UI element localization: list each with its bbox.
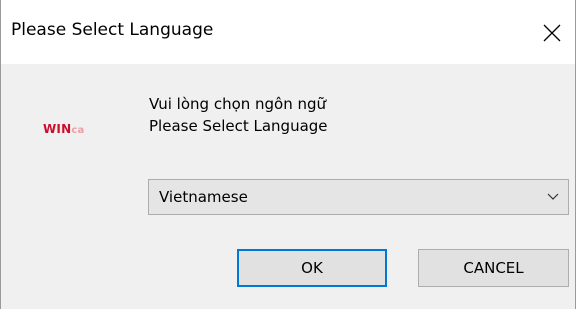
close-button[interactable] <box>529 0 575 64</box>
instruction-message: Vui lòng chọn ngôn ngữ Please Select Lan… <box>149 93 328 137</box>
logo-ca-text: ca <box>71 125 85 136</box>
close-icon <box>543 24 561 42</box>
cancel-button[interactable]: CANCEL <box>418 249 569 287</box>
language-dialog: Please Select Language WINca Vui lòng ch… <box>0 0 576 309</box>
language-select-value: Vietnamese <box>159 188 248 206</box>
message-line-vietnamese: Vui lòng chọn ngôn ngữ <box>149 95 327 113</box>
chevron-down-icon <box>547 193 559 200</box>
message-line-english: Please Select Language <box>149 117 328 135</box>
logo-win-text: WIN <box>43 122 72 136</box>
window-title: Please Select Language <box>11 20 214 40</box>
winca-logo: WINca <box>43 123 84 137</box>
dialog-content: WINca Vui lòng chọn ngôn ngữ Please Sele… <box>1 64 575 309</box>
title-bar: Please Select Language <box>1 0 575 64</box>
language-select[interactable]: Vietnamese <box>148 179 569 215</box>
ok-button[interactable]: OK <box>237 249 387 287</box>
